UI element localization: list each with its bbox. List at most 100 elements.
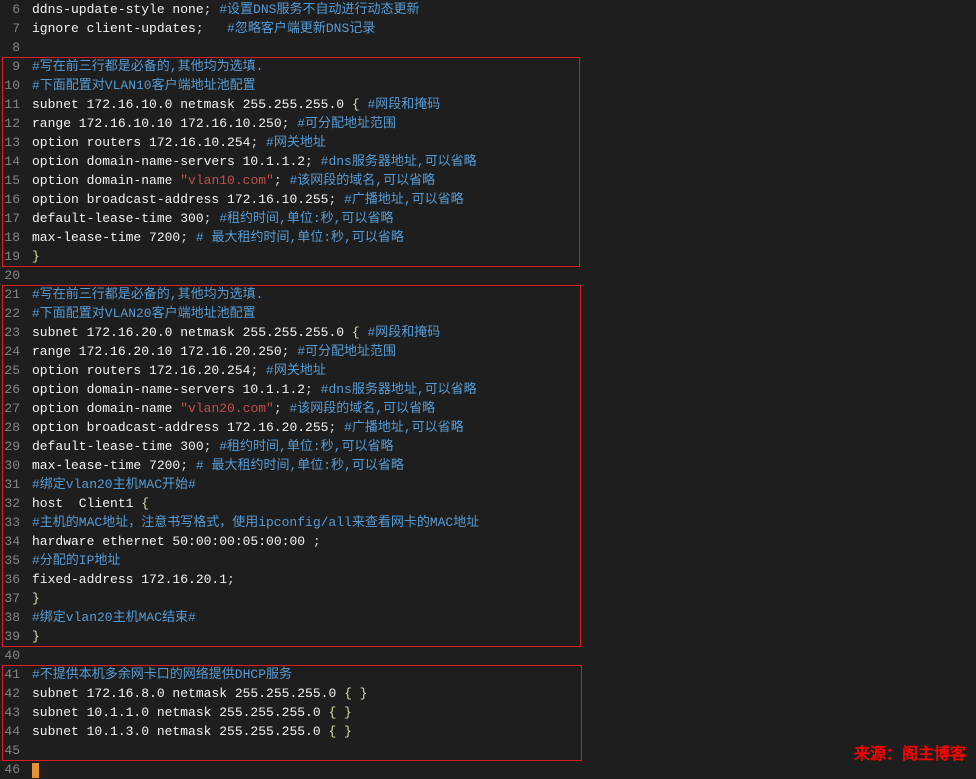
code-content[interactable]: range 172.16.10.10 172.16.10.250; #可分配地址… xyxy=(24,114,976,133)
code-content[interactable]: #不提供本机多余网卡口的网络提供DHCP服务 xyxy=(24,665,976,684)
code-line[interactable]: 31#绑定vlan20主机MAC开始# xyxy=(0,475,976,494)
token-comment: #租约时间,单位:秒,可以省略 xyxy=(219,439,393,454)
code-line[interactable]: 24range 172.16.20.10 172.16.20.250; #可分配… xyxy=(0,342,976,361)
code-line[interactable]: 29default-lease-time 300; #租约时间,单位:秒,可以省… xyxy=(0,437,976,456)
code-line[interactable]: 12range 172.16.10.10 172.16.10.250; #可分配… xyxy=(0,114,976,133)
code-content[interactable]: option domain-name "vlan20.com"; #该网段的域名… xyxy=(24,399,976,418)
code-content[interactable]: #绑定vlan20主机MAC开始# xyxy=(24,475,976,494)
code-content[interactable]: #下面配置对VLAN20客户端地址池配置 xyxy=(24,304,976,323)
code-line[interactable]: 18max-lease-time 7200; # 最大租约时间,单位:秒,可以省… xyxy=(0,228,976,247)
code-content[interactable]: option domain-name-servers 10.1.1.2; #dn… xyxy=(24,380,976,399)
code-content[interactable]: #写在前三行都是必备的,其他均为选填. xyxy=(24,285,976,304)
line-number: 39 xyxy=(0,627,24,646)
code-line[interactable]: 34hardware ethernet 50:00:00:05:00:00 ; xyxy=(0,532,976,551)
code-line[interactable]: 39} xyxy=(0,627,976,646)
code-content[interactable]: subnet 10.1.3.0 netmask 255.255.255.0 { … xyxy=(24,722,976,741)
code-content[interactable]: ignore client-updates; #忽略客户端更新DNS记录 xyxy=(24,19,976,38)
code-content[interactable]: hardware ethernet 50:00:00:05:00:00 ; xyxy=(24,532,976,551)
token-default: option broadcast-address 172.16.20.255 xyxy=(32,420,328,435)
code-line[interactable]: 9#写在前三行都是必备的,其他均为选填. xyxy=(0,57,976,76)
code-line[interactable]: 28option broadcast-address 172.16.20.255… xyxy=(0,418,976,437)
token-semi: ; xyxy=(180,458,196,473)
code-line[interactable]: 21#写在前三行都是必备的,其他均为选填. xyxy=(0,285,976,304)
line-number: 19 xyxy=(0,247,24,266)
code-line[interactable]: 32host Client1 { xyxy=(0,494,976,513)
token-default: option domain-name-servers 10.1.1.2 xyxy=(32,154,305,169)
code-line[interactable]: 6ddns-update-style none; #设置DNS服务不自动进行动态… xyxy=(0,0,976,19)
code-content[interactable]: ddns-update-style none; #设置DNS服务不自动进行动态更… xyxy=(24,0,976,19)
code-line[interactable]: 25option routers 172.16.20.254; #网关地址 xyxy=(0,361,976,380)
code-line[interactable]: 36fixed-address 172.16.20.1; xyxy=(0,570,976,589)
code-line[interactable]: 20 xyxy=(0,266,976,285)
code-line[interactable]: 45 xyxy=(0,741,976,760)
code-line[interactable]: 46 xyxy=(0,760,976,779)
code-line[interactable]: 44subnet 10.1.3.0 netmask 255.255.255.0 … xyxy=(0,722,976,741)
code-line[interactable]: 23subnet 172.16.20.0 netmask 255.255.255… xyxy=(0,323,976,342)
code-content[interactable]: fixed-address 172.16.20.1; xyxy=(24,570,976,589)
code-content[interactable]: default-lease-time 300; #租约时间,单位:秒,可以省略 xyxy=(24,437,976,456)
line-number: 40 xyxy=(0,646,24,665)
token-semi: ; xyxy=(305,382,321,397)
line-number: 27 xyxy=(0,399,24,418)
code-content[interactable]: #分配的IP地址 xyxy=(24,551,976,570)
code-content[interactable]: subnet 172.16.8.0 netmask 255.255.255.0 … xyxy=(24,684,976,703)
code-editor[interactable]: 6ddns-update-style none; #设置DNS服务不自动进行动态… xyxy=(0,0,976,779)
code-line[interactable]: 30max-lease-time 7200; # 最大租约时间,单位:秒,可以省… xyxy=(0,456,976,475)
code-content[interactable]: range 172.16.20.10 172.16.20.250; #可分配地址… xyxy=(24,342,976,361)
code-line[interactable]: 8 xyxy=(0,38,976,57)
code-line[interactable]: 11subnet 172.16.10.0 netmask 255.255.255… xyxy=(0,95,976,114)
code-line[interactable]: 14option domain-name-servers 10.1.1.2; #… xyxy=(0,152,976,171)
code-content[interactable]: } xyxy=(24,627,976,646)
code-content[interactable]: #写在前三行都是必备的,其他均为选填. xyxy=(24,57,976,76)
code-line[interactable]: 43subnet 10.1.1.0 netmask 255.255.255.0 … xyxy=(0,703,976,722)
code-line[interactable]: 27option domain-name "vlan20.com"; #该网段的… xyxy=(0,399,976,418)
code-content[interactable]: } xyxy=(24,247,976,266)
code-line[interactable]: 40 xyxy=(0,646,976,665)
code-content[interactable]: option broadcast-address 172.16.20.255; … xyxy=(24,418,976,437)
code-line[interactable]: 37} xyxy=(0,589,976,608)
line-number: 15 xyxy=(0,171,24,190)
cursor xyxy=(32,763,39,778)
code-line[interactable]: 42subnet 172.16.8.0 netmask 255.255.255.… xyxy=(0,684,976,703)
token-brace: { } xyxy=(344,686,367,701)
code-line[interactable]: 38#绑定vlan20主机MAC结束# xyxy=(0,608,976,627)
code-content[interactable]: #绑定vlan20主机MAC结束# xyxy=(24,608,976,627)
code-content[interactable]: option broadcast-address 172.16.10.255; … xyxy=(24,190,976,209)
token-comment: #不提供本机多余网卡口的网络提供DHCP服务 xyxy=(32,667,292,682)
code-content[interactable]: subnet 172.16.20.0 netmask 255.255.255.0… xyxy=(24,323,976,342)
code-line[interactable]: 41#不提供本机多余网卡口的网络提供DHCP服务 xyxy=(0,665,976,684)
code-content[interactable]: default-lease-time 300; #租约时间,单位:秒,可以省略 xyxy=(24,209,976,228)
code-line[interactable]: 15option domain-name "vlan10.com"; #该网段的… xyxy=(0,171,976,190)
code-content[interactable]: host Client1 { xyxy=(24,494,976,513)
code-line[interactable]: 19} xyxy=(0,247,976,266)
token-semi: ; xyxy=(204,2,220,17)
code-line[interactable]: 33#主机的MAC地址，注意书写格式，使用ipconfig/all来查看网卡的M… xyxy=(0,513,976,532)
code-content[interactable]: #主机的MAC地址，注意书写格式，使用ipconfig/all来查看网卡的MAC… xyxy=(24,513,976,532)
token-comment: #写在前三行都是必备的,其他均为选填. xyxy=(32,59,263,74)
code-line[interactable]: 16option broadcast-address 172.16.10.255… xyxy=(0,190,976,209)
code-content[interactable]: #下面配置对VLAN10客户端地址池配置 xyxy=(24,76,976,95)
code-content[interactable]: option routers 172.16.20.254; #网关地址 xyxy=(24,361,976,380)
code-content[interactable]: option routers 172.16.10.254; #网关地址 xyxy=(24,133,976,152)
code-line[interactable]: 7ignore client-updates; #忽略客户端更新DNS记录 xyxy=(0,19,976,38)
code-content[interactable]: max-lease-time 7200; # 最大租约时间,单位:秒,可以省略 xyxy=(24,456,976,475)
line-number: 13 xyxy=(0,133,24,152)
code-content[interactable]: subnet 10.1.1.0 netmask 255.255.255.0 { … xyxy=(24,703,976,722)
code-content[interactable]: option domain-name-servers 10.1.1.2; #dn… xyxy=(24,152,976,171)
code-line[interactable]: 17default-lease-time 300; #租约时间,单位:秒,可以省… xyxy=(0,209,976,228)
code-content[interactable]: option domain-name "vlan10.com"; #该网段的域名… xyxy=(24,171,976,190)
code-content[interactable]: } xyxy=(24,589,976,608)
line-number: 37 xyxy=(0,589,24,608)
token-semi: ; xyxy=(250,135,266,150)
code-content[interactable]: subnet 172.16.10.0 netmask 255.255.255.0… xyxy=(24,95,976,114)
code-line[interactable]: 22#下面配置对VLAN20客户端地址池配置 xyxy=(0,304,976,323)
code-line[interactable]: 26option domain-name-servers 10.1.1.2; #… xyxy=(0,380,976,399)
token-comment: #网段和掩码 xyxy=(367,97,440,112)
line-number: 44 xyxy=(0,722,24,741)
code-line[interactable]: 35#分配的IP地址 xyxy=(0,551,976,570)
code-line[interactable]: 13option routers 172.16.10.254; #网关地址 xyxy=(0,133,976,152)
code-content[interactable]: max-lease-time 7200; # 最大租约时间,单位:秒,可以省略 xyxy=(24,228,976,247)
code-line[interactable]: 10#下面配置对VLAN10客户端地址池配置 xyxy=(0,76,976,95)
token-comment: #忽略客户端更新DNS记录 xyxy=(227,21,375,36)
code-content[interactable] xyxy=(24,760,976,779)
